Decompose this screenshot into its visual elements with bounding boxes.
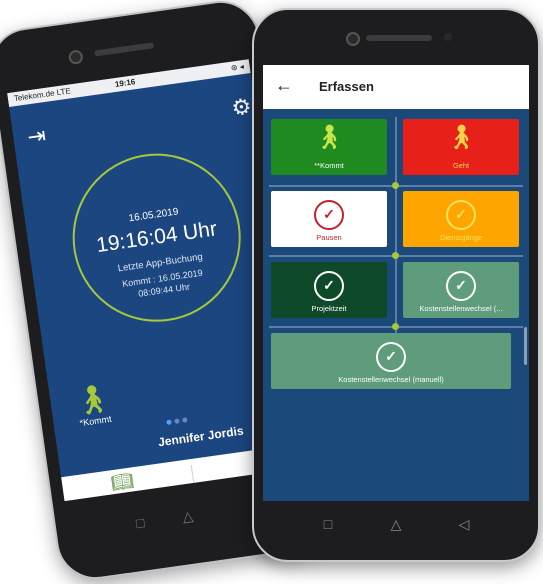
tile-label: Geht bbox=[452, 161, 470, 170]
walker-icon: 🚶︎ bbox=[313, 124, 345, 151]
recent-apps-key[interactable]: □ bbox=[294, 516, 362, 532]
tile-label: Dienstgänge bbox=[439, 233, 483, 242]
erfassen-screen: ← Erfassen 🚶︎ **Kommt 🚶︎ Geht ✓ Pausen ✓… bbox=[263, 65, 529, 501]
proximity-sensor bbox=[444, 33, 452, 41]
gear-icon[interactable]: ⚙ bbox=[230, 93, 253, 121]
tile-label: Kostenstellenwechsel (... bbox=[419, 304, 503, 313]
page-title: Erfassen bbox=[319, 79, 374, 94]
tile-label: Pausen bbox=[316, 233, 342, 242]
tile-geht[interactable]: 🚶︎ Geht bbox=[403, 119, 519, 175]
grid-node bbox=[392, 182, 399, 189]
status-time: 19:16 bbox=[114, 77, 136, 89]
status-bar: Telekom.de LTE 19:16 ⊛ ◂ bbox=[7, 59, 251, 107]
walker-icon: 🚶︎ bbox=[72, 381, 113, 418]
page-dot bbox=[174, 418, 180, 424]
tile-label: Kostenstellenwechsel (manuell) bbox=[338, 375, 444, 384]
check-circle-icon: ✓ bbox=[314, 200, 344, 230]
carrier-label: Telekom.de LTE bbox=[13, 86, 72, 104]
page-dot bbox=[182, 417, 188, 423]
softkeys: □ △ bbox=[115, 497, 266, 535]
back-arrow-icon[interactable]: ← bbox=[275, 75, 293, 96]
nav-divider bbox=[190, 465, 197, 501]
front-phone: ← Erfassen 🚶︎ **Kommt 🚶︎ Geht ✓ Pausen ✓… bbox=[252, 8, 540, 562]
earpiece-speaker bbox=[94, 42, 155, 57]
page-indicator bbox=[165, 409, 191, 430]
check-circle-icon: ✓ bbox=[446, 271, 476, 301]
earpiece-speaker bbox=[366, 35, 432, 41]
tile-dienstgaenge[interactable]: ✓ Dienstgänge bbox=[403, 191, 519, 247]
kommt-button[interactable]: 🚶︎ *Kommt bbox=[67, 381, 120, 429]
grid-node bbox=[392, 323, 399, 330]
tile-kostenstellenwechsel[interactable]: ✓ Kostenstellenwechsel (... bbox=[403, 262, 519, 318]
status-icons: ⊛ ◂ bbox=[230, 61, 245, 73]
grid-divider-vertical bbox=[395, 117, 397, 337]
softkeys: □ △ ◁ bbox=[294, 516, 498, 533]
tile-label: **Kommt bbox=[314, 161, 344, 170]
grid-node bbox=[392, 252, 399, 259]
tile-label: Projektzeit bbox=[311, 304, 347, 313]
tile-kostenstellenwechsel-manuell[interactable]: ✓ Kostenstellenwechsel (manuell) bbox=[271, 333, 511, 389]
check-circle-icon: ✓ bbox=[314, 271, 344, 301]
walker-icon: 🚶︎ bbox=[445, 124, 477, 151]
home-key[interactable]: △ bbox=[163, 505, 213, 529]
nav-item-buchungen[interactable]: 📖︎ Buchungen bbox=[81, 465, 165, 501]
clock-ring: 16.05.2019 19:16:04 Uhr Letzte App-Buchu… bbox=[61, 142, 252, 333]
book-icon: 📖︎ bbox=[109, 470, 136, 494]
recent-apps-key[interactable]: □ bbox=[115, 511, 165, 534]
check-circle-icon: ✓ bbox=[446, 200, 476, 230]
check-circle-icon: ✓ bbox=[376, 342, 406, 372]
back-key[interactable]: ◁ bbox=[430, 516, 498, 533]
logout-icon[interactable]: ⇥ bbox=[26, 122, 48, 150]
scrollbar[interactable] bbox=[524, 327, 527, 365]
front-camera bbox=[346, 32, 360, 46]
tile-pausen[interactable]: ✓ Pausen bbox=[271, 191, 387, 247]
front-camera bbox=[67, 49, 84, 66]
tile-projektzeit[interactable]: ✓ Projektzeit bbox=[271, 262, 387, 318]
home-key[interactable]: △ bbox=[362, 516, 430, 533]
page-dot bbox=[166, 419, 172, 426]
app-bar: ← Erfassen bbox=[263, 65, 529, 109]
tile-kommt[interactable]: 🚶︎ **Kommt bbox=[271, 119, 387, 175]
